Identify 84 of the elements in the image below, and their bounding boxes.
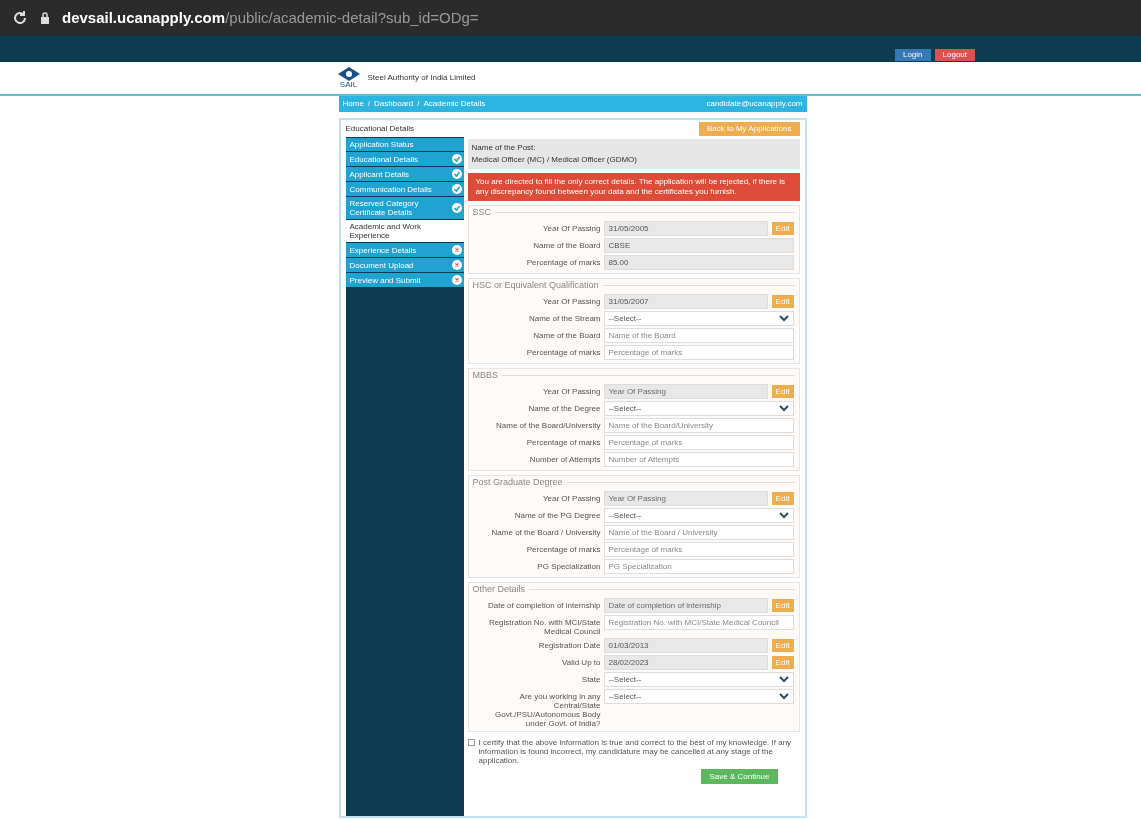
check-circle-icon [451,203,462,213]
breadcrumb-separator: / [417,98,420,110]
section-title: HSC or Equivalent Qualification [472,278,599,292]
lock-icon [40,12,50,24]
breadcrumb-link[interactable]: Home [342,98,364,110]
select-field[interactable]: --Select-- [603,689,794,704]
reload-icon[interactable] [12,10,28,26]
header-button[interactable]: Login [894,49,931,61]
alert-message: You are directed to fill the only correct details. The application will be rejected, if there is any discrepancy found between your data and the certificates you furnish. [467,173,800,201]
card-title: Educational Details [345,123,414,135]
breadcrumb-link[interactable]: Academic Details [423,98,486,110]
input-field[interactable]: Name of the Board [603,328,794,343]
select-field[interactable]: --Select-- [603,401,794,416]
field-label: PG Specialization [536,561,601,571]
check-circle-icon [451,169,462,179]
check-circle-icon [451,154,462,164]
field-label: Year Of Passing [542,223,601,233]
sidebar-item[interactable]: Educational Details [345,152,464,166]
chevron-down-icon [778,693,789,700]
section-title: Other Details [472,582,526,596]
input-field[interactable]: Number of Attempts [603,452,794,467]
logo-icon [337,67,360,81]
field-label: Percentage of marks [525,437,601,447]
field-label: State [580,674,601,684]
sidebar-item[interactable]: Application Status [345,138,464,151]
chevron-down-icon [778,512,789,519]
field-label: Percentage of marks [525,544,601,554]
field-label: Date of completion of internship [487,600,601,610]
field-label: Name of the Board / University [490,527,601,537]
sidebar-item[interactable]: Preview and Submit [345,273,464,287]
input-field[interactable]: PG Specialization [603,559,794,574]
breadcrumb-link[interactable]: Dashboard [374,98,414,110]
field-label: Name of the Board [532,240,601,250]
select-field[interactable]: --Select-- [603,508,794,523]
cross-circle-icon [451,245,462,255]
sidebar-item[interactable]: Reserved Category Certificate Details [345,197,464,219]
input-field[interactable]: Registration No. with MCI/State Medical Council [603,615,794,630]
cross-circle-icon [451,260,462,270]
declaration-text: I certify that the above information is true and correct to the best of my knowledge. If any information is found incorrect, my candidature may be cancelled at any stage of the application. [478,738,793,765]
input-field[interactable]: Name of the Board/University [603,418,794,433]
section-title: MBBS [472,368,498,382]
submit-button[interactable]: Save & Continue [701,769,778,784]
sidebar-item[interactable]: Document Upload [345,258,464,272]
field-label: Registration No. with MCI/State Medical Council [487,617,601,636]
address-bar[interactable]: devsail.ucanapply.com/public/academic-detail?sub_id=ODg= [62,6,479,30]
section-title: Post Graduate Degree [472,475,563,489]
field-label: Are you working in any Central/State Govt./PSU/Autonomous Body under Govt. of India? [494,691,601,728]
post-label: Name of the Post: [471,142,537,154]
field-label: Year Of Passing [542,493,601,503]
logo-caption: SAIL [339,81,358,89]
chevron-down-icon [778,676,789,683]
header-button[interactable]: Logout [934,49,975,61]
input-field[interactable]: Name of the Board / University [603,525,794,540]
input-field[interactable]: Percentage of marks [603,542,794,557]
field-label: Year Of Passing [542,296,601,306]
field-label: Name of the Board/University [495,420,601,430]
sidebar-item[interactable]: Applicant Details [345,167,464,181]
input-field[interactable]: Percentage of marks [603,435,794,450]
check-circle-icon [451,184,462,194]
field-label: Percentage of marks [525,347,601,357]
field-label: Year Of Passing [542,386,601,396]
site-title: Steel Authority of India Limited [367,72,476,84]
cross-circle-icon [451,275,462,285]
field-label: Name of the PG Degree [513,510,601,520]
sidebar-item[interactable]: Communication Details [345,182,464,196]
user-email: candidate@ucanapply.com [706,98,803,110]
chevron-down-icon [778,315,789,322]
field-label: Registration Date [537,640,601,650]
field-label: Name of the Stream [527,313,601,323]
section-title: SSC [472,205,491,219]
post-value: Medical Officer (MC) / Medical Officer (GDMO) [471,154,638,166]
breadcrumb-separator: / [367,98,371,110]
field-label: Name of the Board [532,330,601,340]
field-label: Percentage of marks [525,257,601,267]
input-field[interactable]: Percentage of marks [603,345,794,360]
sidebar-item[interactable]: Academic and Work Experience [345,220,464,242]
chevron-down-icon [778,405,789,412]
field-label: Valid Up to [560,657,601,667]
sidebar-item[interactable]: Experience Details [345,243,464,257]
select-field[interactable]: --Select-- [603,311,794,326]
field-label: Name of the Degree [527,403,601,413]
field-label: Number of Attempts [528,454,601,464]
select-field[interactable]: --Select-- [603,672,794,687]
checkbox[interactable] [467,739,475,746]
